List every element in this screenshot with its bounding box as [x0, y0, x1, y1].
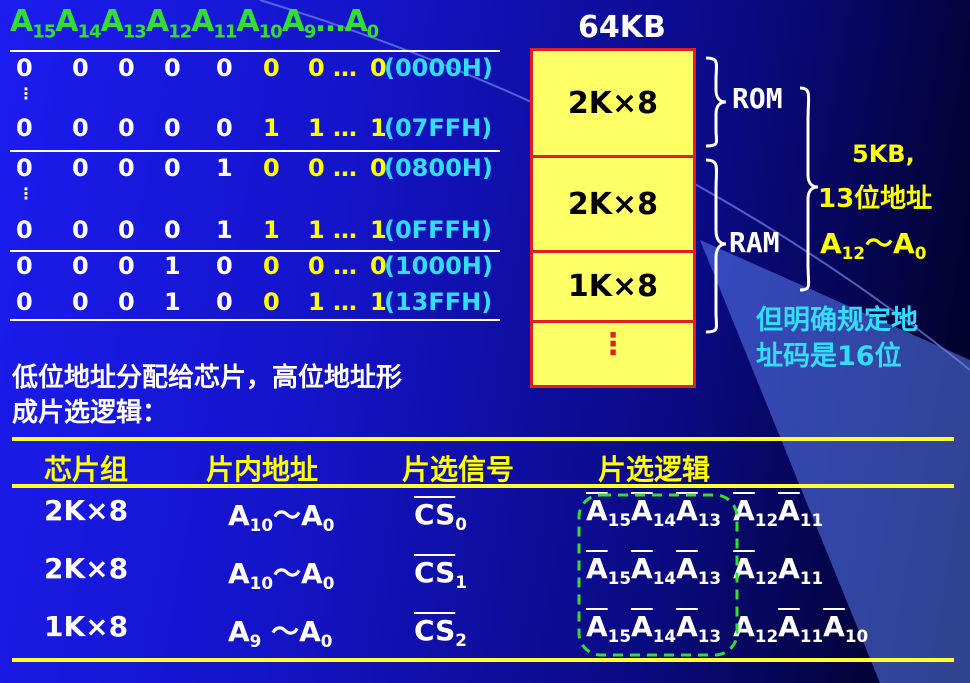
- address-hex: (0800H): [384, 154, 493, 182]
- chip-select-cell: CS0: [414, 498, 467, 534]
- col-header-chip-group: 芯片组: [44, 453, 129, 486]
- vertical-ellipsis-1: ⋮: [18, 84, 34, 103]
- logic-term: A10: [823, 610, 869, 646]
- note-line-2: 址码是16位: [756, 341, 902, 372]
- chip-group-cell: 1K×8: [44, 610, 129, 643]
- address-bit: 0: [16, 114, 33, 142]
- address-hex: (07FFH): [384, 114, 493, 142]
- memory-block-rom: 2K×8: [530, 48, 696, 158]
- memory-map-title: 64KB: [578, 10, 666, 45]
- table-top-rule: [12, 437, 954, 441]
- address-bit-a9-ellipsis: 1 …: [308, 288, 358, 316]
- address-bit-a10: 0: [263, 252, 280, 280]
- vertical-ellipsis-2: ⋮: [18, 184, 34, 203]
- address-bit-a9-ellipsis: 1 …: [308, 216, 358, 244]
- chip-group-cell: 2K×8: [44, 494, 129, 527]
- address-bit-a9-ellipsis: 1 …: [308, 114, 358, 142]
- address-bit: 0: [16, 252, 33, 280]
- note-line-1: 但明确规定地: [756, 305, 918, 336]
- logic-term: A11: [778, 494, 824, 530]
- divider-1: [10, 150, 500, 152]
- internal-address-cell: A10～A0: [228, 499, 335, 535]
- address-row: 0001001 … 1 (13FFH): [10, 286, 500, 320]
- address-bit: 0: [16, 216, 33, 244]
- address-row: 0000000 … 0 (0000H): [10, 52, 500, 86]
- ram-label: RAM: [729, 226, 780, 259]
- address-bit: 0: [72, 216, 89, 244]
- col-header-chip-select: 片选信号: [402, 453, 515, 486]
- table-header-rule: [12, 484, 954, 488]
- chip-select-cell: CS1: [414, 556, 467, 592]
- col-header-internal-address: 片内地址: [206, 453, 319, 486]
- address-bit: 0: [216, 54, 233, 82]
- annotation-range: A12～A0: [820, 227, 927, 263]
- internal-address-cell: A9 ～A0: [228, 615, 333, 651]
- address-bit: 0: [16, 54, 33, 82]
- logic-term: A11: [778, 552, 824, 588]
- address-bit: 0: [118, 288, 135, 316]
- address-bit: 0: [72, 288, 89, 316]
- address-bit: 0: [164, 216, 181, 244]
- address-row: 0000100 … 0 (0800H): [10, 152, 500, 186]
- address-bit: 0: [216, 288, 233, 316]
- divider-2: [10, 250, 500, 252]
- address-bit-a10: 1: [263, 216, 280, 244]
- memory-block-ram-1: 2K×8: [530, 155, 696, 253]
- address-bit: 0: [164, 54, 181, 82]
- address-bit: 0: [118, 154, 135, 182]
- internal-address-cell: A10～A0: [228, 557, 335, 593]
- address-bit-a9-ellipsis: 0 …: [308, 154, 358, 182]
- address-bit: 0: [216, 252, 233, 280]
- address-bit: 0: [118, 252, 135, 280]
- address-bit-a9-ellipsis: 0 …: [308, 54, 358, 82]
- address-bit-a10: 0: [263, 154, 280, 182]
- address-bit: 0: [72, 252, 89, 280]
- address-bit: 0: [216, 114, 233, 142]
- memory-block-ram-2: 1K×8: [530, 250, 696, 323]
- rom-label: ROM: [732, 82, 783, 115]
- address-hex: (1000H): [384, 252, 493, 280]
- address-bit-a10: 0: [263, 54, 280, 82]
- address-row: 0000111 … 1 (0FFFH): [10, 214, 500, 248]
- address-bit: 0: [72, 154, 89, 182]
- table-bottom-rule: [12, 658, 954, 662]
- address-hex: (13FFH): [384, 288, 493, 316]
- address-bit-a10: 1: [263, 114, 280, 142]
- col-header-select-logic: 片选逻辑: [598, 453, 711, 486]
- annotation-bits: 13位地址: [818, 184, 933, 214]
- address-bit: 0: [16, 154, 33, 182]
- address-bit: 0: [164, 114, 181, 142]
- address-bit: 1: [164, 252, 181, 280]
- address-bit-header: A15A14A13A12A11A10A9…A0: [10, 4, 379, 43]
- grouping-dashed-outline: [577, 493, 739, 657]
- memory-block-rest: ⋮: [530, 320, 696, 388]
- annotation-size: 5KB,: [852, 140, 915, 168]
- address-bit: 0: [118, 114, 135, 142]
- address-bit: 0: [72, 54, 89, 82]
- chip-select-cell: CS2: [414, 614, 467, 650]
- address-bit: 0: [72, 114, 89, 142]
- paragraph-line-1: 低位地址分配给芯片，高位地址形: [12, 363, 403, 393]
- address-bit-a9-ellipsis: 0 …: [308, 252, 358, 280]
- chip-group-cell: 2K×8: [44, 552, 129, 585]
- address-bit: 0: [118, 216, 135, 244]
- logic-term: A11: [778, 610, 824, 646]
- divider-3: [10, 319, 500, 321]
- address-bit: 0: [118, 54, 135, 82]
- address-row: 0001000 … 0 (1000H): [10, 250, 500, 284]
- address-bit: 1: [216, 154, 233, 182]
- paragraph-line-2: 成片选逻辑：: [12, 398, 169, 428]
- address-bit: 0: [16, 288, 33, 316]
- address-hex: (0FFFH): [384, 216, 492, 244]
- address-row: 0000011 … 1 (07FFH): [10, 112, 500, 146]
- address-hex: (0000H): [384, 54, 493, 82]
- address-bit: 1: [164, 288, 181, 316]
- address-bit-a10: 0: [263, 288, 280, 316]
- address-bit: 0: [164, 154, 181, 182]
- address-bit: 1: [216, 216, 233, 244]
